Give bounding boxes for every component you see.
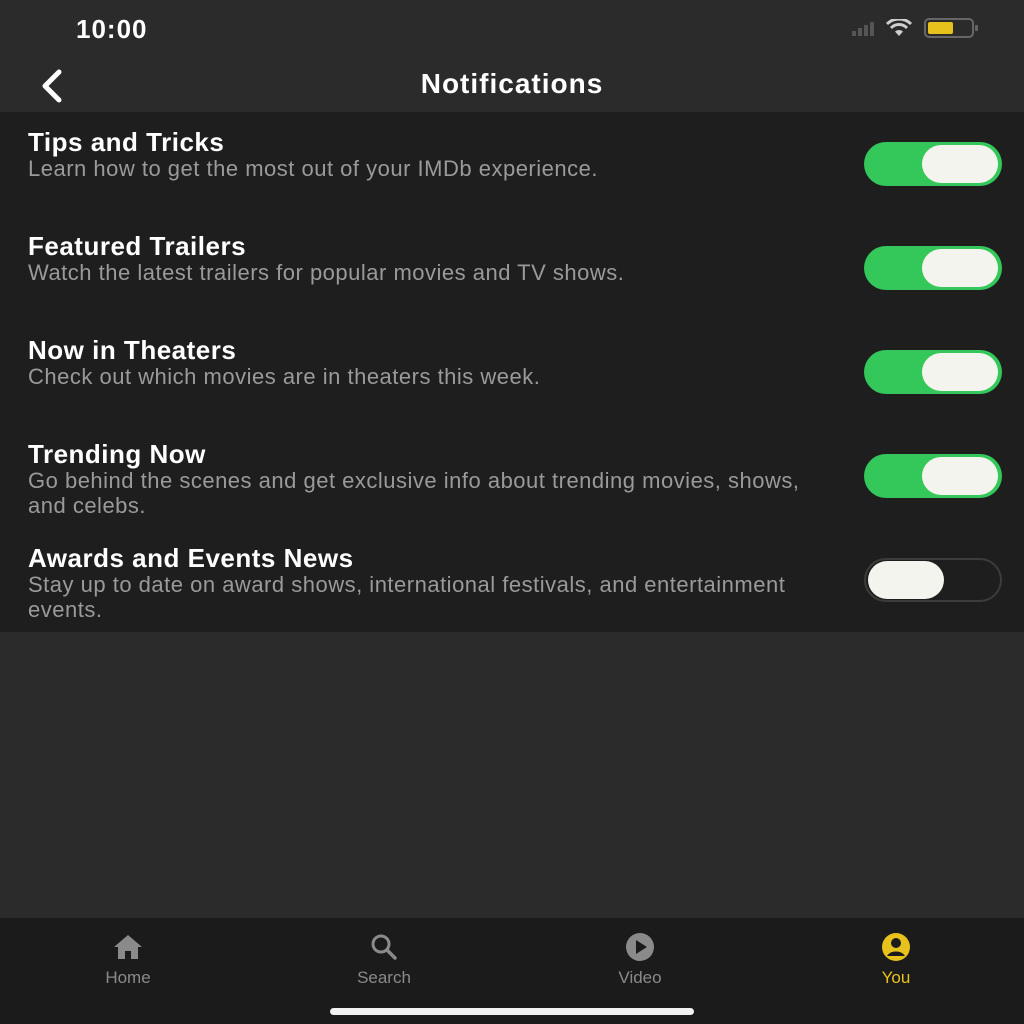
cellular-signal-icon xyxy=(852,20,874,36)
home-indicator[interactable] xyxy=(330,1008,694,1015)
tab-label: Search xyxy=(357,968,411,987)
setting-row-featured-trailers: Featured Trailers Watch the latest trail… xyxy=(0,216,1024,320)
status-bar: 10:00 xyxy=(0,0,1024,58)
toggle-knob xyxy=(922,457,998,495)
navigation-bar: Notifications xyxy=(0,58,1024,112)
trending-now-toggle[interactable] xyxy=(864,454,1002,498)
status-icons xyxy=(852,18,978,38)
tab-label: Home xyxy=(105,968,151,987)
setting-row-tips-and-tricks: Tips and Tricks Learn how to get the mos… xyxy=(0,112,1024,216)
notifications-screen: 10:00 Notifications Tips and Tricks Lear… xyxy=(0,0,1024,1024)
setting-description: Watch the latest trailers for popular mo… xyxy=(28,260,625,285)
notification-settings-list: Tips and Tricks Learn how to get the mos… xyxy=(0,112,1024,632)
status-time: 10:00 xyxy=(76,14,148,44)
toggle-knob xyxy=(922,249,998,287)
battery-level xyxy=(928,22,954,34)
search-icon xyxy=(366,932,402,962)
setting-description: Go behind the scenes and get exclusive i… xyxy=(28,468,800,518)
tips-and-tricks-toggle[interactable] xyxy=(864,142,1002,186)
page-title: Notifications xyxy=(420,68,604,99)
setting-row-trending-now: Trending Now Go behind the scenes and ge… xyxy=(0,424,1024,528)
tab-label: Video xyxy=(618,968,662,987)
toggle-knob xyxy=(922,145,998,183)
setting-row-awards-and-events-news: Awards and Events News Stay up to date o… xyxy=(0,528,1024,632)
wifi-icon xyxy=(886,19,912,36)
setting-description: Check out which movies are in theaters t… xyxy=(28,364,541,389)
battery-icon xyxy=(924,18,978,38)
home-icon xyxy=(110,932,146,962)
awards-and-events-news-toggle[interactable] xyxy=(864,558,1002,602)
now-in-theaters-toggle[interactable] xyxy=(864,350,1002,394)
toggle-knob xyxy=(922,353,998,391)
tab-home[interactable]: Home xyxy=(0,918,256,1024)
play-icon xyxy=(622,932,658,962)
tab-label: You xyxy=(881,968,911,987)
setting-description: Learn how to get the most out of your IM… xyxy=(28,156,598,181)
tab-you[interactable]: You xyxy=(768,918,1024,1024)
toggle-knob xyxy=(868,561,944,599)
profile-icon xyxy=(878,932,914,962)
setting-row-now-in-theaters: Now in Theaters Check out which movies a… xyxy=(0,320,1024,424)
setting-description: Stay up to date on award shows, internat… xyxy=(28,572,786,622)
featured-trailers-toggle[interactable] xyxy=(864,246,1002,290)
